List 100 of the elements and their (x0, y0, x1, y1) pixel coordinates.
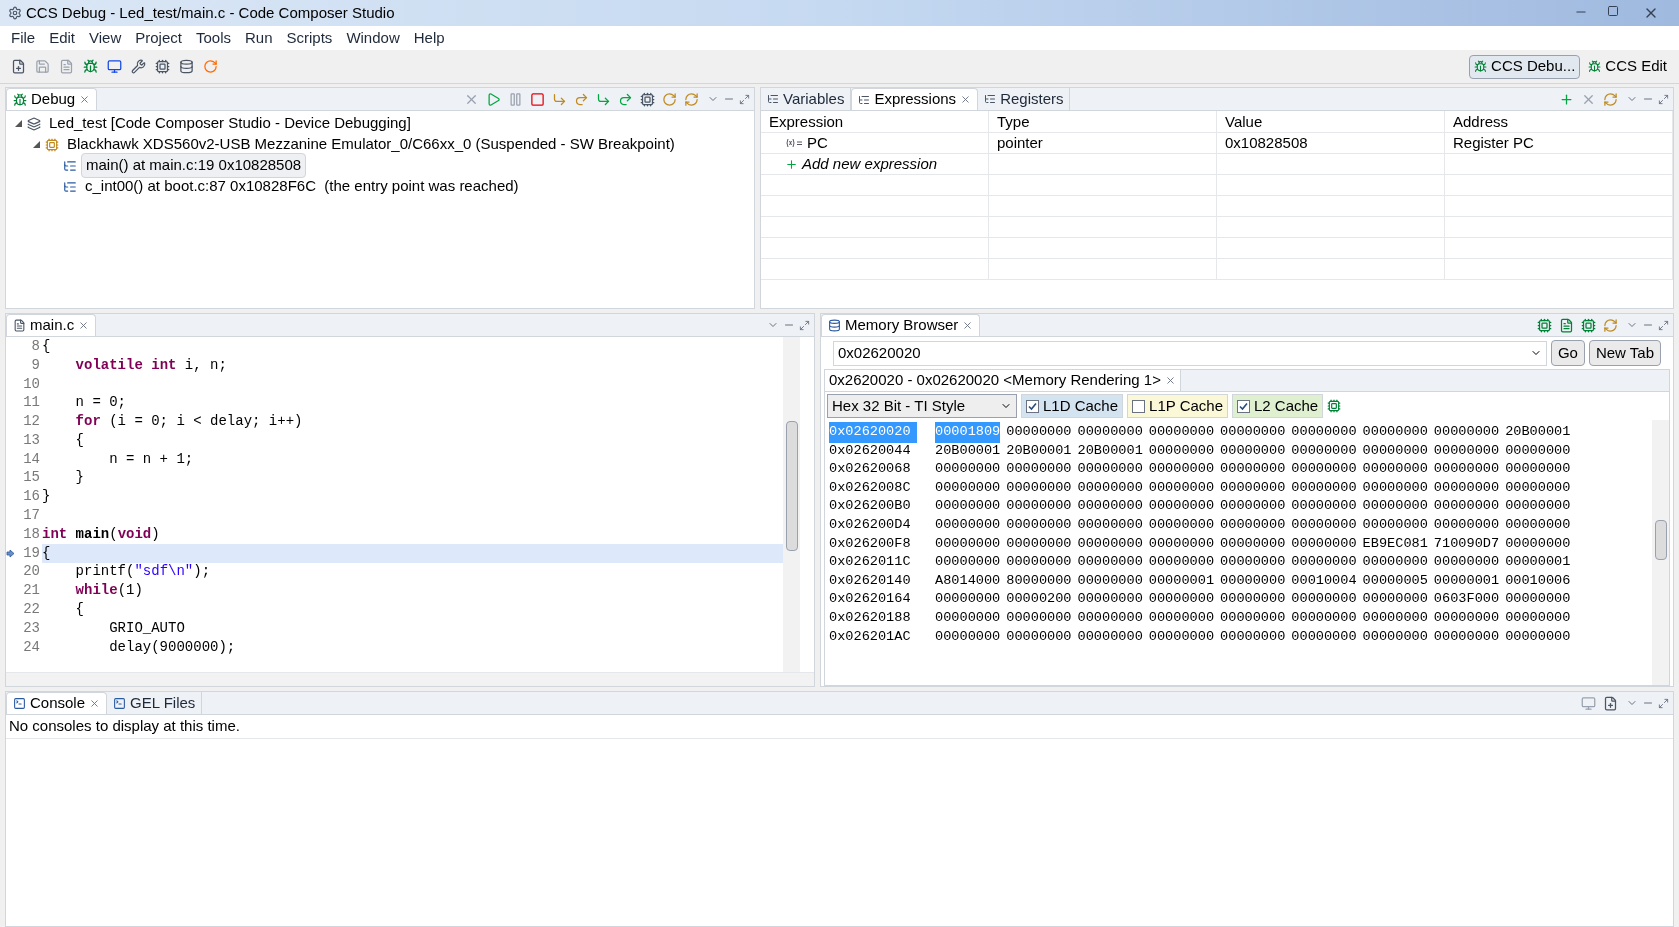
memory-word[interactable]: 00000000 (1362, 608, 1428, 629)
perspective-button[interactable]: CCS Edit (1584, 54, 1671, 79)
memory-word[interactable]: 00000000 (1291, 515, 1357, 536)
column-header[interactable]: Expression (761, 111, 989, 133)
memory-word[interactable]: EB9EC081 (1362, 533, 1428, 555)
cache-toggle[interactable]: L2 Cache (1232, 394, 1324, 418)
memory-word[interactable]: 00000000 (1148, 422, 1215, 443)
view-tab[interactable]: Expressions (851, 88, 979, 110)
memory-word[interactable]: 00000000 (1362, 440, 1428, 462)
menu-item[interactable]: Tools (188, 26, 238, 50)
perspective-button[interactable]: CCS Debu... (1469, 54, 1581, 79)
memory-word[interactable]: 00000000 (1077, 496, 1143, 517)
memory-word[interactable]: 20B00001 (935, 440, 1001, 462)
memory-word[interactable]: 00000000 (1362, 477, 1428, 499)
memory-word[interactable]: 00000000 (935, 589, 1001, 610)
memory-word[interactable]: 00000000 (1077, 477, 1143, 499)
memory-word[interactable]: 00000000 (1505, 477, 1571, 499)
memory-word[interactable]: 00000000 (1433, 422, 1500, 443)
memory-word[interactable]: 00000000 (1220, 608, 1286, 629)
memory-word[interactable]: 00000000 (1148, 440, 1215, 462)
memory-word[interactable]: 00000000 (935, 533, 1001, 555)
memory-word[interactable]: 00000000 (1006, 422, 1072, 443)
debug-tree-item[interactable]: c_int00() at boot.c:87 0x10828F6C (the entry point was reached) (81, 175, 523, 198)
cache-toggle[interactable]: L1D Cache (1021, 394, 1124, 418)
memory-word[interactable]: 00000000 (1006, 496, 1072, 517)
memory-word[interactable]: 00000000 (1291, 533, 1357, 555)
memory-word[interactable]: 00000000 (1006, 608, 1072, 629)
memory-word[interactable]: 00000001 (1148, 570, 1215, 592)
memory-word[interactable]: 00000000 (1433, 496, 1500, 517)
memory-word[interactable]: 00000000 (1220, 589, 1286, 610)
memory-word[interactable]: 00000000 (1220, 440, 1286, 462)
memory-word[interactable]: 00000000 (1362, 422, 1428, 443)
menu-item[interactable]: File (4, 26, 43, 50)
memory-word[interactable]: 00000000 (1291, 422, 1357, 443)
memory-word[interactable]: 00000000 (1148, 515, 1215, 536)
memory-word[interactable]: 00000000 (1077, 422, 1143, 443)
memory-word[interactable]: 00000000 (1220, 626, 1286, 648)
memory-word[interactable]: 00000000 (935, 608, 1001, 629)
memory-word[interactable]: 00000000 (935, 459, 1001, 480)
memory-word[interactable]: 00000000 (1006, 459, 1072, 480)
memory-word[interactable]: 00000000 (1433, 626, 1500, 648)
memory-word[interactable]: 00000000 (1291, 496, 1357, 517)
address-field[interactable]: 0x02620020 (833, 340, 1547, 366)
memory-word[interactable]: 0603F000 (1433, 589, 1500, 610)
memory-word[interactable]: 00000000 (1148, 626, 1215, 648)
memory-word[interactable]: 00000000 (1362, 515, 1428, 536)
memory-word[interactable]: 00000000 (1362, 589, 1428, 610)
memory-word[interactable]: 00000000 (1148, 589, 1215, 610)
menu-item[interactable]: Run (238, 26, 280, 50)
memory-word[interactable]: 00000000 (1291, 608, 1357, 629)
memory-word[interactable]: 00000000 (935, 552, 1001, 573)
memory-word[interactable]: 00000000 (1291, 626, 1357, 648)
memory-word[interactable]: 80000000 (1006, 570, 1072, 592)
menu-item[interactable]: Edit (42, 26, 83, 50)
memory-word[interactable]: 00000000 (1077, 570, 1143, 592)
memory-word[interactable]: 00000000 (1220, 552, 1286, 573)
memory-word[interactable]: 00000000 (1505, 589, 1571, 610)
memory-word[interactable]: 00000001 (1433, 570, 1500, 592)
menu-item[interactable]: Project (128, 26, 189, 50)
column-header[interactable]: Type (989, 111, 1217, 133)
format-dropdown[interactable]: Hex 32 Bit - TI Style (827, 394, 1017, 418)
memory-word[interactable]: 00000000 (1433, 440, 1500, 462)
memory-word[interactable]: 00000000 (1220, 459, 1286, 480)
menu-item[interactable]: Scripts (279, 26, 340, 50)
memory-word[interactable]: 00000000 (1077, 459, 1143, 480)
memory-word[interactable]: 00000000 (1433, 477, 1500, 499)
memory-word[interactable]: 00000001 (1505, 552, 1571, 573)
memory-word[interactable]: 00000000 (1433, 608, 1500, 629)
memory-word[interactable]: 00000000 (1362, 552, 1428, 573)
memory-word[interactable]: 00000005 (1362, 570, 1428, 592)
menu-item[interactable]: Help (406, 26, 452, 50)
memory-word[interactable]: 00000000 (935, 496, 1001, 517)
memory-word[interactable]: 00000000 (1291, 589, 1357, 610)
memory-word[interactable]: 00000000 (1220, 477, 1286, 499)
memory-word[interactable]: 00000000 (1077, 589, 1143, 610)
memory-word[interactable]: 00000000 (1362, 496, 1428, 517)
debug-tree-item[interactable]: main() at main.c:19 0x10828508 (81, 153, 307, 178)
memory-word[interactable]: 00000000 (1077, 533, 1143, 555)
menu-item[interactable]: View (82, 26, 129, 50)
memory-word[interactable]: 00000000 (1148, 459, 1215, 480)
memory-word[interactable]: 00000000 (935, 515, 1001, 536)
memory-word[interactable]: 00000000 (1505, 608, 1571, 629)
memory-word[interactable]: 00000000 (1006, 552, 1072, 573)
memory-word[interactable]: 20B00001 (1006, 440, 1072, 462)
memory-word[interactable]: 710090D7 (1433, 533, 1500, 555)
memory-word[interactable]: 00000000 (1505, 626, 1571, 648)
memory-word[interactable]: 00000000 (1006, 533, 1072, 555)
memory-word[interactable]: 00000000 (1006, 626, 1072, 648)
memory-word[interactable]: 00000000 (1362, 626, 1428, 648)
memory-word[interactable]: 00000000 (1220, 570, 1286, 592)
memory-word[interactable]: 00000000 (1220, 515, 1286, 536)
memory-word[interactable]: 00000000 (1362, 459, 1428, 480)
memory-word[interactable]: 00000000 (1006, 515, 1072, 536)
debug-tab[interactable]: Debug (6, 88, 98, 110)
memory-browser-tab[interactable]: Memory Browser (821, 314, 981, 336)
memory-word[interactable]: 00000000 (935, 626, 1001, 648)
memory-word[interactable]: 00000000 (1505, 515, 1571, 536)
debug-tree-item[interactable]: Led_test [Code Composer Studio - Device Debugging] (45, 112, 415, 135)
memory-word[interactable]: 00000000 (1220, 533, 1286, 555)
memory-word[interactable]: 00000000 (1505, 440, 1571, 462)
